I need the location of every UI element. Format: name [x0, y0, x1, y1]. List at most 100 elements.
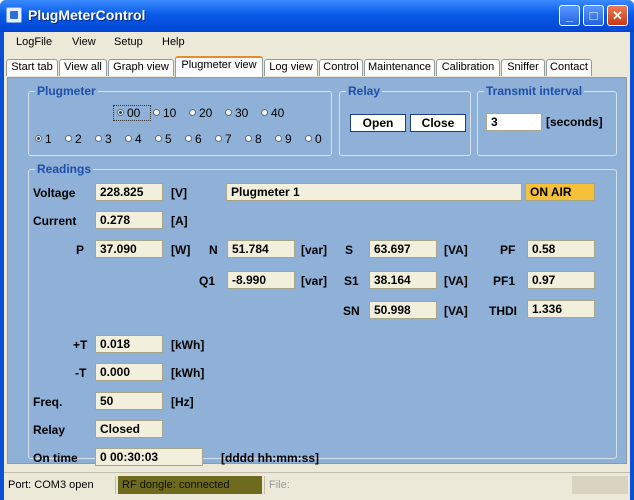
- device-name-field: Plugmeter 1: [226, 183, 522, 201]
- pf-value: 0.58: [527, 240, 595, 258]
- pf1-label: PF1: [493, 274, 516, 288]
- status-rf-dongle: RF dongle: connected: [118, 476, 262, 494]
- relay-close-button[interactable]: Close: [410, 114, 466, 132]
- tab-maintenance[interactable]: Maintenance: [364, 59, 435, 76]
- radio-unit-8[interactable]: 8: [245, 132, 262, 146]
- radio-icon: [189, 109, 196, 116]
- title-bar[interactable]: PlugMeterControl _ □ ✕: [0, 0, 634, 32]
- tab-calibration[interactable]: Calibration: [436, 59, 500, 76]
- pf-label: PF: [500, 243, 516, 257]
- relay-state-label: Relay: [33, 423, 66, 437]
- tab-plugmeter-view[interactable]: Plugmeter view: [175, 56, 263, 77]
- voltage-label: Voltage: [33, 186, 76, 200]
- tab-start[interactable]: Start tab: [6, 59, 58, 76]
- close-button[interactable]: ✕: [607, 5, 628, 26]
- s1-unit: [VA]: [444, 274, 468, 288]
- radio-tens-40[interactable]: 40: [261, 106, 284, 120]
- radio-icon: [275, 135, 282, 142]
- q1-value: -8.990: [227, 271, 295, 289]
- radio-tens-00[interactable]: 00: [117, 106, 140, 120]
- on-air-indicator: ON AIR: [525, 183, 595, 201]
- freq-value: 50: [95, 392, 163, 410]
- p-label: P: [76, 243, 85, 257]
- radio-unit-4[interactable]: 4: [125, 132, 142, 146]
- freq-label: Freq.: [33, 395, 63, 409]
- plus-t-unit: [kWh]: [171, 338, 205, 352]
- s1-value: 38.164: [369, 271, 437, 289]
- on-time-unit: [dddd hh:mm:ss]: [221, 451, 319, 465]
- client-area: LogFile View Setup Help Start tab View a…: [4, 32, 630, 500]
- tab-view-all[interactable]: View all: [59, 59, 107, 76]
- relay-group: Relay Open Close: [339, 84, 471, 156]
- voltage-value: 228.825: [95, 183, 163, 201]
- menu-bar: LogFile View Setup Help: [4, 32, 630, 54]
- menu-help[interactable]: Help: [162, 36, 185, 48]
- window-title: PlugMeterControl: [28, 7, 146, 23]
- sn-label: SN: [343, 304, 360, 318]
- sn-value: 50.998: [369, 301, 437, 319]
- relay-open-button[interactable]: Open: [350, 114, 406, 132]
- current-label: Current: [33, 214, 77, 228]
- tab-control[interactable]: Control: [319, 59, 363, 76]
- tab-sniffer[interactable]: Sniffer: [501, 59, 545, 76]
- radio-tens-10[interactable]: 10: [153, 106, 176, 120]
- relay-state-value: Closed: [95, 420, 163, 438]
- radio-unit-0[interactable]: 0: [305, 132, 322, 146]
- maximize-button[interactable]: □: [583, 5, 604, 26]
- s-value: 63.697: [369, 240, 437, 258]
- plugmeter-group-title: Plugmeter: [35, 84, 98, 98]
- menu-logfile[interactable]: LogFile: [16, 36, 52, 48]
- radio-icon: [245, 135, 252, 142]
- tab-strip: Start tab View all Graph view Plugmeter …: [4, 54, 630, 77]
- radio-icon: [305, 135, 312, 142]
- radio-unit-3[interactable]: 3: [95, 132, 112, 146]
- pf1-value: 0.97: [527, 271, 595, 289]
- radio-unit-7[interactable]: 7: [215, 132, 232, 146]
- minus-t-unit: [kWh]: [171, 366, 205, 380]
- transmit-interval-input[interactable]: 3: [486, 113, 542, 131]
- minus-t-label: -T: [75, 366, 87, 380]
- menu-setup[interactable]: Setup: [114, 36, 143, 48]
- radio-icon: [95, 135, 102, 142]
- radio-unit-9[interactable]: 9: [275, 132, 292, 146]
- plus-t-label: +T: [73, 338, 88, 352]
- radio-tens-20[interactable]: 20: [189, 106, 212, 120]
- current-value: 0.278: [95, 211, 163, 229]
- radio-unit-1[interactable]: 1: [35, 132, 52, 146]
- sn-unit: [VA]: [444, 304, 468, 318]
- tab-contact[interactable]: Contact: [546, 59, 592, 76]
- plus-t-value: 0.018: [95, 335, 163, 353]
- app-icon: [6, 7, 22, 23]
- thdi-value: 1.336: [527, 300, 595, 318]
- n-label: N: [209, 243, 218, 257]
- s-label: S: [345, 243, 354, 257]
- status-port: Port: COM3 open: [4, 476, 116, 494]
- plugmeter-group: Plugmeter 00 10 20 30 40 1 2 3 4 5 6 7 8…: [28, 84, 332, 156]
- app-window: PlugMeterControl _ □ ✕ LogFile View Setu…: [0, 0, 634, 500]
- voltage-unit: [V]: [171, 186, 187, 200]
- radio-icon: [225, 109, 232, 116]
- radio-icon: [261, 109, 268, 116]
- readings-group: Readings Voltage 228.825 [V] Plugmeter 1…: [28, 162, 617, 466]
- readings-group-title: Readings: [35, 162, 94, 176]
- tab-log-view[interactable]: Log view: [264, 59, 318, 76]
- radio-icon: [215, 135, 222, 142]
- menu-view[interactable]: View: [72, 36, 96, 48]
- radio-icon: [155, 135, 162, 142]
- p-unit: [W]: [171, 243, 191, 257]
- radio-tens-30[interactable]: 30: [225, 106, 248, 120]
- radio-icon: [185, 135, 192, 142]
- freq-unit: [Hz]: [171, 395, 194, 409]
- q1-unit: [var]: [301, 274, 328, 288]
- radio-selected-icon: [117, 109, 124, 116]
- minimize-button[interactable]: _: [559, 5, 580, 26]
- transmit-interval-title: Transmit interval: [484, 84, 585, 98]
- thdi-label: THDI: [489, 304, 517, 318]
- radio-unit-6[interactable]: 6: [185, 132, 202, 146]
- radio-unit-2[interactable]: 2: [65, 132, 82, 146]
- radio-icon: [153, 109, 160, 116]
- radio-unit-5[interactable]: 5: [155, 132, 172, 146]
- s1-label: S1: [344, 274, 359, 288]
- tab-graph-view[interactable]: Graph view: [108, 59, 174, 76]
- radio-selected-icon: [35, 135, 42, 142]
